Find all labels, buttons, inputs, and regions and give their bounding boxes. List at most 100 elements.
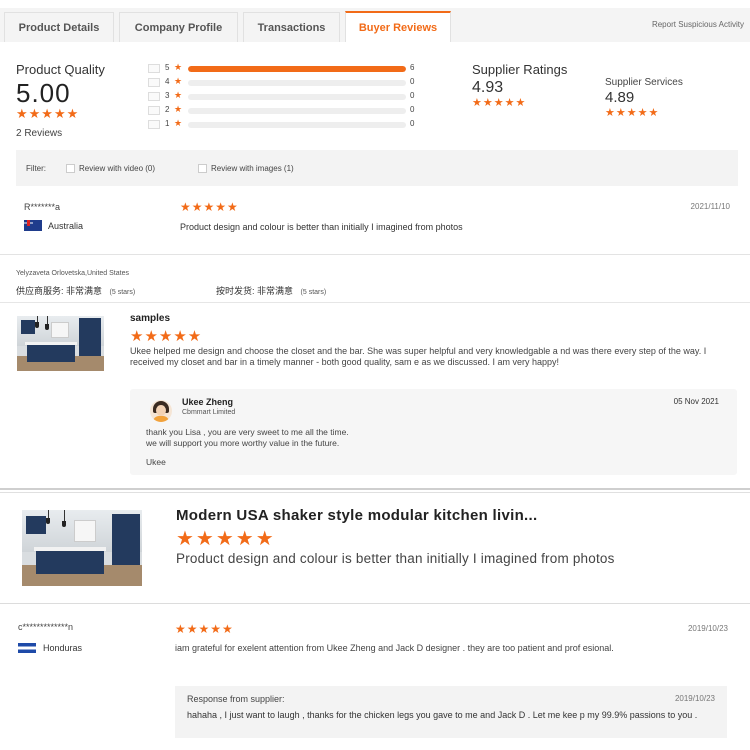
tab-product-details[interactable]: Product Details (4, 12, 114, 42)
rating-count: 6 (410, 63, 415, 72)
checkbox[interactable] (198, 164, 207, 174)
filter-option-label: Review with video (0) (79, 164, 156, 173)
filter-review-with-video[interactable]: Review with video (0) (66, 164, 156, 174)
report-suspicious-activity-link[interactable]: Report Suspicious Activity (652, 20, 744, 29)
honduras-flag-icon (18, 643, 36, 653)
translated-reviewer: Yelyzaveta Orlovetska,United States (16, 270, 129, 277)
divider (0, 492, 750, 493)
review-text: iam grateful for exelent attention from … (175, 643, 614, 653)
tab-transactions[interactable]: Transactions (243, 12, 340, 42)
rating-bar-fill (188, 66, 406, 72)
rating-checkbox[interactable] (148, 64, 160, 73)
divider (0, 488, 750, 490)
review-text: Ukee helped me design and choose the clo… (130, 346, 707, 367)
reply-text: thank you Lisa , you are very sweet to m… (146, 427, 349, 449)
review-text: Product design and colour is better than… (180, 222, 463, 232)
rating-checkbox[interactable] (148, 78, 160, 87)
delivery-rating: 按时发货: 非常满意 (5 stars) (216, 284, 326, 297)
rating-bar (188, 122, 406, 128)
rating-bar (188, 108, 406, 114)
reply-author-name: Ukee Zheng (182, 397, 234, 407)
delivery-stars: (5 stars) (300, 289, 327, 296)
reply-line: we will support you more worthy value in… (146, 438, 340, 448)
review-item: R*******a Australia ★★★★★ 2021/11/10 Pro… (0, 192, 750, 248)
response-text: hahaha , I just want to laugh , thanks f… (187, 710, 698, 720)
tab-company-profile[interactable]: Company Profile (119, 12, 238, 42)
reply-author-company: Cbmmart Limited (182, 409, 236, 416)
rating-count: 0 (410, 105, 415, 114)
rating-row-1[interactable]: 1 ★ 0 (148, 118, 418, 132)
supplier-service-rating: 供应商服务: 非常满意 (5 stars) (16, 284, 135, 297)
delivery-label: 按时发货: 非常满意 (216, 286, 294, 296)
product-review-stars: ★★★★★ (176, 528, 276, 550)
australia-flag-icon (24, 220, 42, 231)
product-review-text: Product design and colour is better than… (176, 551, 615, 566)
rating-count: 0 (410, 91, 415, 100)
review-stars: ★★★★★ (130, 328, 203, 345)
product-title[interactable]: Modern USA shaker style modular kitchen … (176, 507, 537, 524)
review-stars: ★★★★★ (175, 622, 234, 636)
product-quality-score: 5.00 (16, 78, 71, 108)
rating-level: 5 (165, 63, 170, 72)
star-icon: ★ (174, 76, 183, 86)
rating-level: 3 (165, 91, 170, 100)
star-icon: ★ (174, 62, 183, 72)
supplier-services-score: 4.89 (605, 89, 635, 106)
reviewer-country: Australia (48, 221, 84, 231)
rating-checkbox[interactable] (148, 106, 160, 115)
tab-buyer-reviews[interactable]: Buyer Reviews (345, 11, 451, 43)
rating-count: 0 (410, 119, 415, 128)
rating-row-4[interactable]: 4 ★ 0 (148, 76, 418, 90)
rating-level: 4 (165, 77, 170, 86)
star-icon: ★ (174, 90, 183, 100)
review-date: 2019/10/23 (687, 624, 728, 633)
supplier-ratings-score: 4.93 (472, 79, 504, 96)
review-stars: ★★★★★ (180, 200, 239, 214)
rating-row-5[interactable]: 5 ★ 6 (148, 62, 418, 76)
reply-date: 05 Nov 2021 (673, 397, 719, 406)
star-icon: ★ (174, 118, 183, 128)
rating-bar (188, 80, 406, 86)
reply-line: thank you Lisa , you are very sweet to m… (146, 427, 349, 437)
review-count: 2 Reviews (16, 128, 63, 139)
reply-signature: Ukee (146, 457, 166, 467)
rating-row-2[interactable]: 2 ★ 0 (148, 104, 418, 118)
avatar (150, 400, 172, 422)
rating-level: 1 (165, 119, 170, 128)
supplier-reply: Ukee Zheng Cbmmart Limited 05 Nov 2021 t… (130, 389, 737, 475)
reviewer-name: c*************n (18, 622, 74, 632)
rating-count: 0 (410, 77, 415, 86)
rating-checkbox[interactable] (148, 120, 160, 129)
star-icon: ★ (174, 104, 183, 114)
rating-checkbox[interactable] (148, 92, 160, 101)
supplier-ratings-stars: ★★★★★ (472, 97, 527, 109)
response-label: Response from supplier: (187, 694, 285, 704)
rating-bar (188, 94, 406, 100)
product-quality-stars: ★★★★★ (16, 106, 80, 121)
divider (0, 302, 750, 303)
rating-level: 2 (165, 105, 170, 114)
tab-bar: Product Details Company Profile Transact… (0, 8, 750, 43)
product-quality-title: Product Quality (16, 62, 105, 77)
reviewer-country: Honduras (43, 643, 83, 653)
supplier-ratings-title: Supplier Ratings (472, 62, 568, 77)
supplier-service-stars: (5 stars) (109, 289, 136, 296)
rating-summary: Product Quality 5.00 ★★★★★ 2 Reviews 5 ★… (0, 42, 750, 144)
filter-option-label: Review with images (1) (211, 164, 294, 173)
rating-row-3[interactable]: 3 ★ 0 (148, 90, 418, 104)
review-title: samples (130, 313, 171, 324)
checkbox[interactable] (66, 164, 75, 174)
product-photo-thumbnail[interactable] (22, 510, 142, 586)
supplier-service-label: 供应商服务: 非常满意 (16, 286, 103, 296)
response-date: 2019/10/23 (674, 694, 715, 703)
supplier-services-stars: ★★★★★ (605, 107, 660, 119)
rating-bar (188, 66, 406, 72)
filter-label: Filter: (26, 164, 46, 173)
review-photo-thumbnail[interactable] (17, 316, 104, 371)
divider (0, 254, 750, 255)
review-date: 2021/11/10 (690, 202, 730, 211)
reviewer-name: R*******a (24, 202, 61, 212)
filter-review-with-images[interactable]: Review with images (1) (198, 164, 294, 174)
rating-distribution: 5 ★ 6 4 ★ 0 3 ★ 0 2 ★ 0 1 ★ 0 (148, 62, 418, 132)
supplier-services-title: Supplier Services (605, 77, 683, 88)
